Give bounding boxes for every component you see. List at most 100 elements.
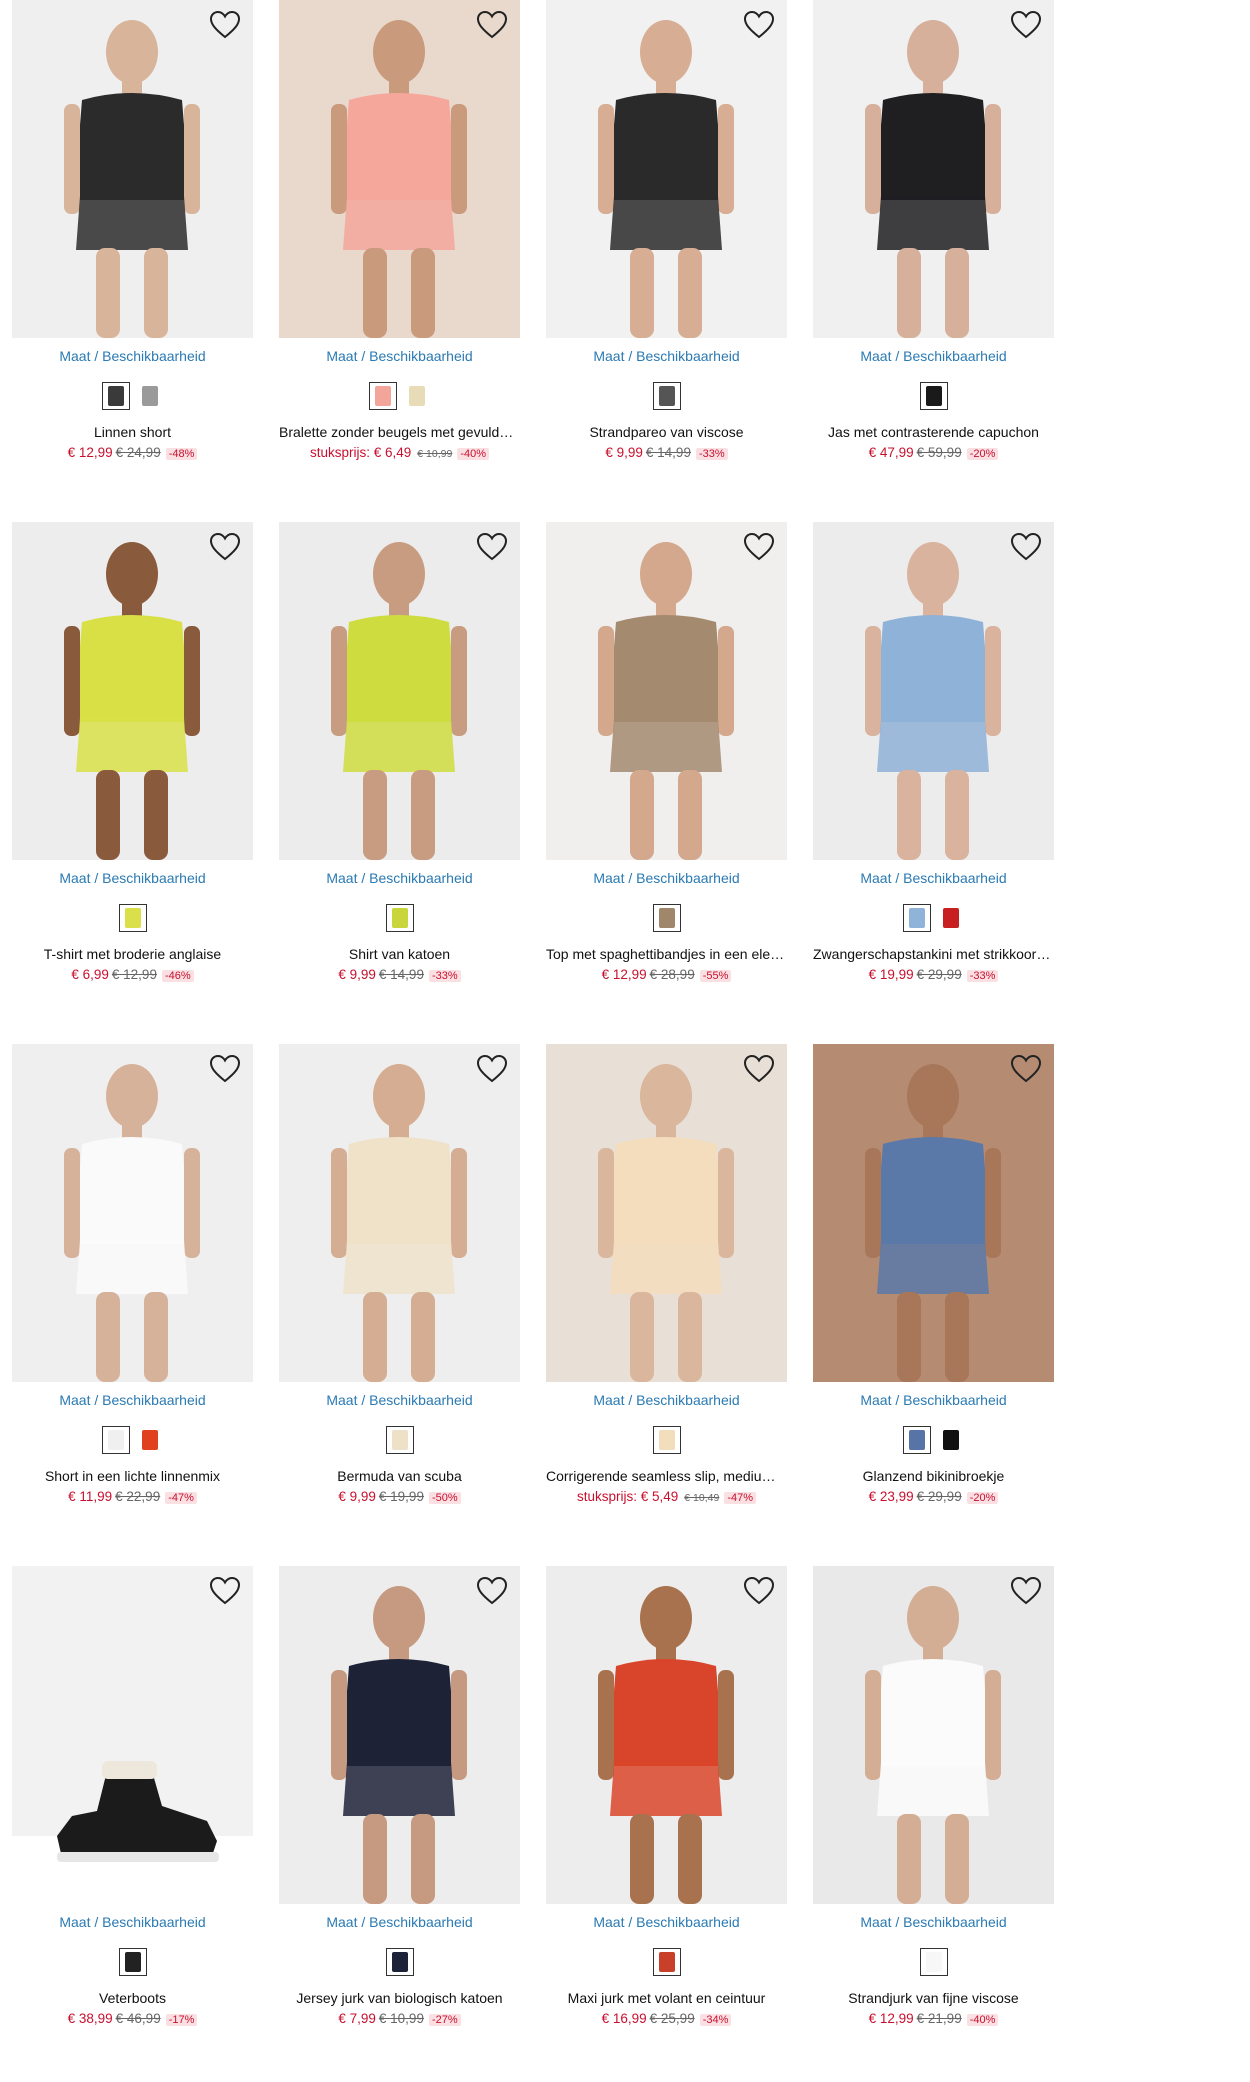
product-name[interactable]: Jas met contrasterende capuchon	[813, 424, 1054, 440]
product-name[interactable]: Corrigerende seamless slip, medium shape	[546, 1468, 787, 1484]
product-image[interactable]	[546, 522, 787, 860]
color-swatch[interactable]	[937, 1426, 965, 1454]
size-availability-link[interactable]: Maat / Beschikbaarheid	[813, 1914, 1054, 1930]
color-swatch[interactable]	[101, 382, 130, 410]
color-swatch[interactable]	[118, 904, 147, 932]
product-image[interactable]	[813, 1566, 1054, 1904]
color-swatch[interactable]	[136, 382, 164, 410]
product-image[interactable]	[12, 0, 253, 338]
product-name[interactable]: Strandjurk van fijne viscose	[813, 1990, 1054, 2006]
wishlist-heart-icon[interactable]	[476, 10, 508, 40]
color-swatch[interactable]	[385, 904, 414, 932]
product-image[interactable]	[813, 1044, 1054, 1382]
product-image[interactable]	[12, 1044, 253, 1382]
size-availability-link[interactable]: Maat / Beschikbaarheid	[12, 1392, 253, 1408]
size-availability-link[interactable]: Maat / Beschikbaarheid	[813, 348, 1054, 364]
product-image[interactable]	[12, 522, 253, 860]
color-swatch[interactable]	[118, 1948, 147, 1976]
size-availability-link[interactable]: Maat / Beschikbaarheid	[546, 870, 787, 886]
product-card[interactable]: Maat / Beschikbaarheid Maxi jurk met vol…	[546, 1566, 787, 2066]
product-name[interactable]: Bermuda van scuba	[279, 1468, 520, 1484]
wishlist-heart-icon[interactable]	[1010, 1054, 1042, 1084]
color-swatch[interactable]	[368, 382, 397, 410]
product-card[interactable]: Maat / Beschikbaarheid Glanzend bikinibr…	[813, 1044, 1054, 1544]
size-availability-link[interactable]: Maat / Beschikbaarheid	[546, 1392, 787, 1408]
wishlist-heart-icon[interactable]	[209, 10, 241, 40]
size-availability-link[interactable]: Maat / Beschikbaarheid	[12, 1914, 253, 1930]
product-card[interactable]: Maat / Beschikbaarheid Strandjurk van fi…	[813, 1566, 1054, 2066]
color-swatch[interactable]	[937, 904, 965, 932]
wishlist-heart-icon[interactable]	[743, 10, 775, 40]
wishlist-heart-icon[interactable]	[1010, 10, 1042, 40]
wishlist-heart-icon[interactable]	[476, 1054, 508, 1084]
product-image[interactable]	[546, 1566, 787, 1904]
product-image[interactable]	[279, 1044, 520, 1382]
color-swatch[interactable]	[919, 1948, 948, 1976]
product-card[interactable]: Maat / Beschikbaarheid Strandpareo van v…	[546, 0, 787, 500]
product-name[interactable]: Glanzend bikinibroekje	[813, 1468, 1054, 1484]
color-swatch[interactable]	[403, 382, 431, 410]
product-name[interactable]: Veterboots	[12, 1990, 253, 2006]
product-name[interactable]: Shirt van katoen	[279, 946, 520, 962]
product-image[interactable]	[12, 1566, 253, 1904]
wishlist-heart-icon[interactable]	[209, 532, 241, 562]
wishlist-heart-icon[interactable]	[209, 1054, 241, 1084]
wishlist-heart-icon[interactable]	[1010, 532, 1042, 562]
product-image[interactable]	[546, 1044, 787, 1382]
size-availability-link[interactable]: Maat / Beschikbaarheid	[279, 348, 520, 364]
product-card[interactable]: Maat / Beschikbaarheid T-shirt met brode…	[12, 522, 253, 1022]
size-availability-link[interactable]: Maat / Beschikbaarheid	[813, 1392, 1054, 1408]
product-name[interactable]: Maxi jurk met volant en ceintuur	[546, 1990, 787, 2006]
size-availability-link[interactable]: Maat / Beschikbaarheid	[279, 870, 520, 886]
wishlist-heart-icon[interactable]	[743, 532, 775, 562]
size-availability-link[interactable]: Maat / Beschikbaarheid	[279, 1392, 520, 1408]
color-swatch[interactable]	[385, 1426, 414, 1454]
product-card[interactable]: Maat / Beschikbaarheid Short in een lich…	[12, 1044, 253, 1544]
wishlist-heart-icon[interactable]	[743, 1054, 775, 1084]
wishlist-heart-icon[interactable]	[743, 1576, 775, 1606]
color-swatch[interactable]	[652, 1948, 681, 1976]
product-name[interactable]: Top met spaghettibandjes in een elegante…	[546, 946, 787, 962]
product-name[interactable]: Linnen short	[12, 424, 253, 440]
product-card[interactable]: Maat / Beschikbaarheid Jersey jurk van b…	[279, 1566, 520, 2066]
product-name[interactable]: T-shirt met broderie anglaise	[12, 946, 253, 962]
product-image[interactable]	[279, 1566, 520, 1904]
product-name[interactable]: Bralette zonder beugels met gevulde cups…	[279, 424, 520, 440]
product-image[interactable]	[279, 0, 520, 338]
color-swatch[interactable]	[101, 1426, 130, 1454]
color-swatch[interactable]	[652, 904, 681, 932]
color-swatch[interactable]	[902, 1426, 931, 1454]
size-availability-link[interactable]: Maat / Beschikbaarheid	[279, 1914, 520, 1930]
product-image[interactable]	[813, 0, 1054, 338]
product-image[interactable]	[279, 522, 520, 860]
product-card[interactable]: Maat / Beschikbaarheid Zwangerschapstank…	[813, 522, 1054, 1022]
size-availability-link[interactable]: Maat / Beschikbaarheid	[546, 1914, 787, 1930]
size-availability-link[interactable]: Maat / Beschikbaarheid	[12, 870, 253, 886]
size-availability-link[interactable]: Maat / Beschikbaarheid	[813, 870, 1054, 886]
product-name[interactable]: Strandpareo van viscose	[546, 424, 787, 440]
wishlist-heart-icon[interactable]	[476, 532, 508, 562]
color-swatch[interactable]	[919, 382, 948, 410]
product-card[interactable]: Maat / Beschikbaarheid Bralette zonder b…	[279, 0, 520, 500]
color-swatch[interactable]	[902, 904, 931, 932]
wishlist-heart-icon[interactable]	[476, 1576, 508, 1606]
product-card[interactable]: Maat / Beschikbaarheid Shirt van katoen …	[279, 522, 520, 1022]
product-card[interactable]: Maat / Beschikbaarheid Veterboots € 38,9…	[12, 1566, 253, 2066]
product-name[interactable]: Jersey jurk van biologisch katoen	[279, 1990, 520, 2006]
color-swatch[interactable]	[652, 1426, 681, 1454]
size-availability-link[interactable]: Maat / Beschikbaarheid	[12, 348, 253, 364]
product-card[interactable]: Maat / Beschikbaarheid Linnen short € 12…	[12, 0, 253, 500]
product-image[interactable]	[546, 0, 787, 338]
product-image[interactable]	[813, 522, 1054, 860]
product-card[interactable]: Maat / Beschikbaarheid Top met spaghetti…	[546, 522, 787, 1022]
color-swatch[interactable]	[652, 382, 681, 410]
product-name[interactable]: Zwangerschapstankini met strikkoordjes	[813, 946, 1054, 962]
color-swatch[interactable]	[136, 1426, 164, 1454]
wishlist-heart-icon[interactable]	[209, 1576, 241, 1606]
size-availability-link[interactable]: Maat / Beschikbaarheid	[546, 348, 787, 364]
wishlist-heart-icon[interactable]	[1010, 1576, 1042, 1606]
product-name[interactable]: Short in een lichte linnenmix	[12, 1468, 253, 1484]
product-card[interactable]: Maat / Beschikbaarheid Corrigerende seam…	[546, 1044, 787, 1544]
product-card[interactable]: Maat / Beschikbaarheid Jas met contraste…	[813, 0, 1054, 500]
product-card[interactable]: Maat / Beschikbaarheid Bermuda van scuba…	[279, 1044, 520, 1544]
